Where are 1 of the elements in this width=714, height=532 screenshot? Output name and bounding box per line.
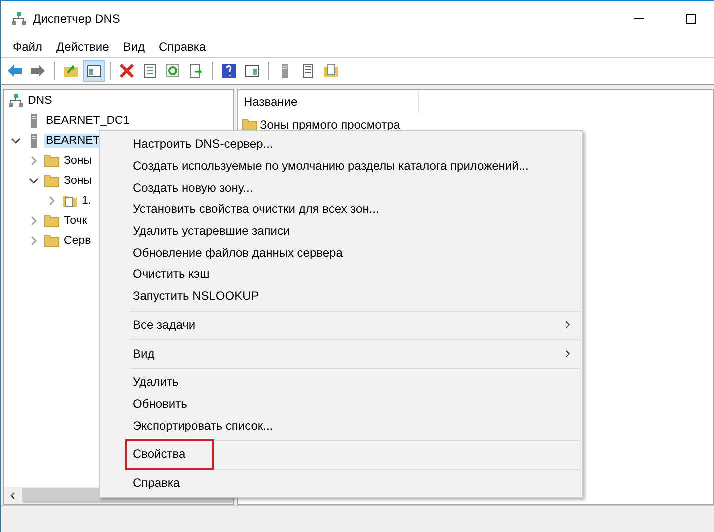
window-title: Диспетчер DNS: [33, 12, 120, 26]
